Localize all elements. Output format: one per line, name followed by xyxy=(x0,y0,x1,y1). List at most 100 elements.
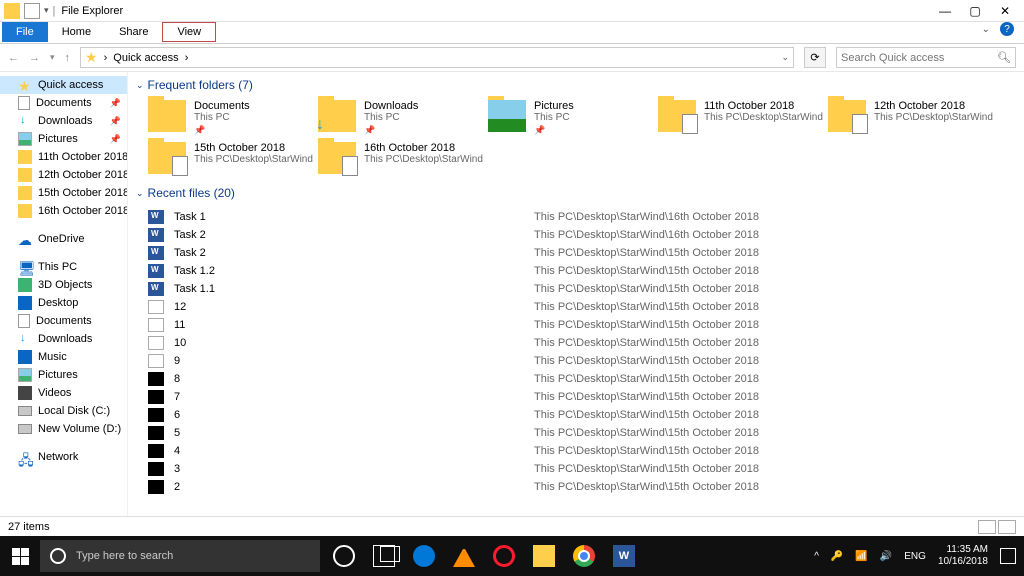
icons-view-button[interactable] xyxy=(998,520,1016,534)
file-row[interactable]: 4This PC\Desktop\StarWind\15th October 2… xyxy=(148,442,1024,460)
nav-item[interactable]: 12th October 2018 xyxy=(0,166,127,184)
taskbar-search[interactable]: Type here to search xyxy=(40,540,320,572)
chevron-down-icon: ⌄ xyxy=(136,80,144,91)
group-recent-files[interactable]: ⌄Recent files (20) xyxy=(128,180,1024,208)
taskbar-app-vlc[interactable] xyxy=(444,536,484,576)
close-button[interactable]: ✕ xyxy=(990,1,1020,21)
tab-share[interactable]: Share xyxy=(105,22,162,42)
maximize-button[interactable]: ▢ xyxy=(960,1,990,21)
disk-icon xyxy=(18,406,32,416)
nav-item[interactable]: 15th October 2018 xyxy=(0,184,127,202)
tray-clock[interactable]: 11:35 AM10/16/2018 xyxy=(938,544,988,568)
up-button[interactable]: ↑ xyxy=(65,52,71,64)
file-row[interactable]: Task 2This PC\Desktop\StarWind\15th Octo… xyxy=(148,244,1024,262)
down-icon xyxy=(18,114,32,128)
down-icon xyxy=(18,332,32,346)
folder-card[interactable]: DocumentsThis PC📌 xyxy=(148,100,318,136)
tab-file[interactable]: File xyxy=(2,22,48,42)
start-button[interactable] xyxy=(0,536,40,576)
file-row[interactable]: 8This PC\Desktop\StarWind\15th October 2… xyxy=(148,370,1024,388)
file-row[interactable]: 11This PC\Desktop\StarWind\15th October … xyxy=(148,316,1024,334)
path-sep: › xyxy=(104,52,108,64)
folder-icon xyxy=(318,100,356,132)
recent-dropdown-icon[interactable]: ▾ xyxy=(50,52,55,63)
tray-security-icon[interactable]: 🔑 xyxy=(831,551,843,562)
taskbar-app-chrome[interactable] xyxy=(564,536,604,576)
ribbon-expand-icon[interactable]: ⌄ xyxy=(982,24,990,35)
qat-blank-icon[interactable] xyxy=(24,3,40,19)
file-row[interactable]: Task 1This PC\Desktop\StarWind\16th Octo… xyxy=(148,208,1024,226)
qat-dropdown-icon[interactable]: ▾ xyxy=(44,5,49,16)
nav-network[interactable]: 🖧Network xyxy=(0,448,127,466)
task-view-button[interactable] xyxy=(364,536,404,576)
nav-onedrive[interactable]: ☁OneDrive xyxy=(0,230,127,248)
minimize-button[interactable]: — xyxy=(930,1,960,21)
nav-item[interactable]: Music xyxy=(0,348,127,366)
details-view-button[interactable] xyxy=(978,520,996,534)
folder-card[interactable]: 15th October 2018This PC\Desktop\StarWin… xyxy=(148,142,318,174)
file-row[interactable]: 5This PC\Desktop\StarWind\15th October 2… xyxy=(148,424,1024,442)
img-icon xyxy=(148,336,164,350)
file-row[interactable]: 3This PC\Desktop\StarWind\15th October 2… xyxy=(148,460,1024,478)
tray-overflow-icon[interactable]: ^ xyxy=(814,551,819,562)
nav-item[interactable]: Desktop xyxy=(0,294,127,312)
refresh-button[interactable]: ⟳ xyxy=(804,47,826,68)
taskbar-app-explorer[interactable] xyxy=(524,536,564,576)
file-row[interactable]: 2This PC\Desktop\StarWind\15th October 2… xyxy=(148,478,1024,496)
nav-this-pc[interactable]: 🖥This PC xyxy=(0,258,127,276)
nav-item[interactable]: Videos xyxy=(0,384,127,402)
search-icon[interactable]: 🔍︎ xyxy=(997,51,1011,64)
nav-item[interactable]: New Volume (D:) xyxy=(0,420,127,438)
tray-language[interactable]: ENG xyxy=(904,551,926,562)
nav-item[interactable]: Documents📌 xyxy=(0,94,127,112)
file-row[interactable]: Task 1.2This PC\Desktop\StarWind\15th Oc… xyxy=(148,262,1024,280)
tab-view[interactable]: View xyxy=(162,22,216,42)
search-box[interactable]: 🔍︎ xyxy=(836,47,1016,68)
forward-button[interactable]: → xyxy=(29,52,40,64)
nav-item[interactable]: Local Disk (C:) xyxy=(0,402,127,420)
nav-item[interactable]: 11th October 2018 xyxy=(0,148,127,166)
back-button[interactable]: ← xyxy=(8,52,19,64)
nav-item[interactable]: Documents xyxy=(0,312,127,330)
action-center-icon[interactable] xyxy=(1000,548,1016,564)
file-row[interactable]: Task 2This PC\Desktop\StarWind\16th Octo… xyxy=(148,226,1024,244)
taskbar-app-edge[interactable] xyxy=(404,536,444,576)
folder-card[interactable]: 11th October 2018This PC\Desktop\StarWin… xyxy=(658,100,828,136)
search-input[interactable] xyxy=(841,52,981,64)
nav-item[interactable]: Pictures📌 xyxy=(0,130,127,148)
nav-quick-access[interactable]: ★Quick access xyxy=(0,76,127,94)
tray-volume-icon[interactable]: 🔊 xyxy=(880,551,892,562)
file-row[interactable]: 9This PC\Desktop\StarWind\15th October 2… xyxy=(148,352,1024,370)
fold-icon xyxy=(18,186,32,200)
path-dropdown-icon[interactable]: ⌄ xyxy=(781,52,789,63)
tray-network-icon[interactable]: 📶 xyxy=(855,551,867,562)
file-row[interactable]: Task 1.1This PC\Desktop\StarWind\15th Oc… xyxy=(148,280,1024,298)
nav-item[interactable]: 3D Objects xyxy=(0,276,127,294)
taskbar-app-opera[interactable] xyxy=(484,536,524,576)
group-frequent-folders[interactable]: ⌄Frequent folders (7) xyxy=(128,72,1024,100)
window-title: File Explorer xyxy=(61,5,123,17)
folder-icon xyxy=(318,142,356,174)
nav-item[interactable]: Downloads xyxy=(0,330,127,348)
nav-pane: ★Quick access Documents📌Downloads📌Pictur… xyxy=(0,72,128,516)
path-segment[interactable]: Quick access xyxy=(113,52,178,64)
folder-card[interactable]: DownloadsThis PC📌 xyxy=(318,100,488,136)
taskbar-app-word[interactable]: W xyxy=(604,536,644,576)
nav-item[interactable]: Downloads📌 xyxy=(0,112,127,130)
explorer-icon xyxy=(533,545,555,567)
file-row[interactable]: 6This PC\Desktop\StarWind\15th October 2… xyxy=(148,406,1024,424)
file-row[interactable]: 10This PC\Desktop\StarWind\15th October … xyxy=(148,334,1024,352)
cortana-button[interactable] xyxy=(324,536,364,576)
nav-item[interactable]: 16th October 2018 xyxy=(0,202,127,220)
nav-item[interactable]: Pictures xyxy=(0,366,127,384)
tab-home[interactable]: Home xyxy=(48,22,105,42)
path-box[interactable]: ★ › Quick access › ⌄ xyxy=(80,47,794,68)
file-row[interactable]: 12This PC\Desktop\StarWind\15th October … xyxy=(148,298,1024,316)
folder-card[interactable]: 16th October 2018This PC\Desktop\StarWin… xyxy=(318,142,488,174)
help-icon[interactable]: ? xyxy=(1000,22,1014,36)
folder-card[interactable]: PicturesThis PC📌 xyxy=(488,100,658,136)
file-row[interactable]: 7This PC\Desktop\StarWind\15th October 2… xyxy=(148,388,1024,406)
bimg-icon xyxy=(148,462,164,476)
bimg-icon xyxy=(148,372,164,386)
folder-card[interactable]: 12th October 2018This PC\Desktop\StarWin… xyxy=(828,100,998,136)
